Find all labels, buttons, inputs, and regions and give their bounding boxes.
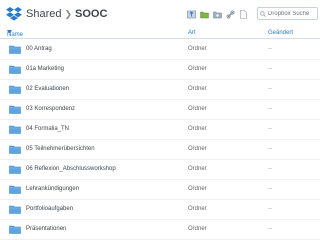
folder-icon xyxy=(9,45,21,54)
table-row[interactable]: 03 Korrespondenz Ordner -- xyxy=(0,100,320,120)
breadcrumb-current: SOOC xyxy=(75,8,108,20)
file-name[interactable]: Präsentationen xyxy=(26,226,66,232)
link-icon[interactable] xyxy=(225,9,235,19)
folder-icon xyxy=(9,205,21,214)
upload-icon[interactable] xyxy=(186,9,196,19)
column-type-header[interactable]: Art xyxy=(188,30,196,36)
folder-icon xyxy=(9,145,21,154)
file-modified: -- xyxy=(268,46,272,52)
file-type: Ordner xyxy=(188,226,207,232)
table-row[interactable]: Lehrankündigungen Ordner -- xyxy=(0,180,320,200)
file-type: Ordner xyxy=(188,186,207,192)
top-bar: Shared ❯ SOOC xyxy=(0,0,320,28)
column-header: Name Art Geändert xyxy=(0,28,320,39)
dropbox-logo-icon[interactable] xyxy=(6,7,22,21)
chevron-right-icon: ❯ xyxy=(64,8,73,19)
file-modified: -- xyxy=(268,186,272,192)
table-row[interactable]: Portfolioaufgaben Ordner -- xyxy=(0,200,320,220)
breadcrumb-shared[interactable]: Shared xyxy=(26,8,61,20)
file-type: Ordner xyxy=(188,146,207,152)
file-modified: -- xyxy=(268,226,272,232)
file-name[interactable]: 04 Formalia_TN xyxy=(26,126,69,132)
folder-icon xyxy=(9,165,21,174)
folder-icon xyxy=(9,225,21,234)
column-modified-header[interactable]: Geändert xyxy=(268,30,293,36)
file-modified: -- xyxy=(268,166,272,172)
file-type: Ordner xyxy=(188,166,207,172)
file-name[interactable]: 03 Korrespondenz xyxy=(26,106,75,112)
file-modified: -- xyxy=(268,106,272,112)
file-modified: -- xyxy=(268,206,272,212)
column-name-header[interactable]: Name xyxy=(7,30,23,38)
search-box[interactable] xyxy=(257,7,318,20)
file-type: Ordner xyxy=(188,126,207,132)
table-row[interactable]: 05 Teilnehmerübersichten Ordner -- xyxy=(0,140,320,160)
toolbar xyxy=(186,9,248,19)
folder-icon xyxy=(9,105,21,114)
file-name[interactable]: 05 Teilnehmerübersichten xyxy=(26,146,95,152)
table-row[interactable]: 00 Antrag Ordner -- xyxy=(0,40,320,60)
file-type: Ordner xyxy=(188,86,207,92)
file-modified: -- xyxy=(268,86,272,92)
folder-icon xyxy=(9,125,21,134)
table-row[interactable]: 06 Reflexion_Abschlussworkshop Ordner -- xyxy=(0,160,320,180)
file-name[interactable]: 06 Reflexion_Abschlussworkshop xyxy=(26,166,116,172)
table-row[interactable]: 02 Evaluationen Ordner -- xyxy=(0,80,320,100)
shared-folder-icon[interactable] xyxy=(212,9,222,19)
file-name[interactable]: Portfolioaufgaben xyxy=(26,206,73,212)
file-type: Ordner xyxy=(188,46,207,52)
file-type: Ordner xyxy=(188,66,207,72)
file-name[interactable]: Lehrankündigungen xyxy=(26,186,79,192)
file-modified: -- xyxy=(268,146,272,152)
file-icon[interactable] xyxy=(238,9,248,19)
search-input[interactable] xyxy=(266,10,316,17)
breadcrumb: Shared ❯ SOOC xyxy=(26,7,107,21)
table-row[interactable]: Präsentationen Ordner -- xyxy=(0,220,320,240)
file-name[interactable]: 01a Marketing xyxy=(26,66,64,72)
folder-icon xyxy=(9,65,21,74)
table-row[interactable]: 04 Formalia_TN Ordner -- xyxy=(0,120,320,140)
column-name-label: Name xyxy=(7,32,24,38)
file-type: Ordner xyxy=(188,206,207,212)
file-modified: -- xyxy=(268,126,272,132)
file-name[interactable]: 00 Antrag xyxy=(26,46,52,52)
new-folder-icon[interactable] xyxy=(199,9,209,19)
file-name[interactable]: 02 Evaluationen xyxy=(26,86,69,92)
file-type: Ordner xyxy=(188,106,207,112)
file-modified: -- xyxy=(268,66,272,72)
table-row[interactable]: 01a Marketing Ordner -- xyxy=(0,60,320,80)
folder-icon xyxy=(9,185,21,194)
folder-icon xyxy=(9,85,21,94)
